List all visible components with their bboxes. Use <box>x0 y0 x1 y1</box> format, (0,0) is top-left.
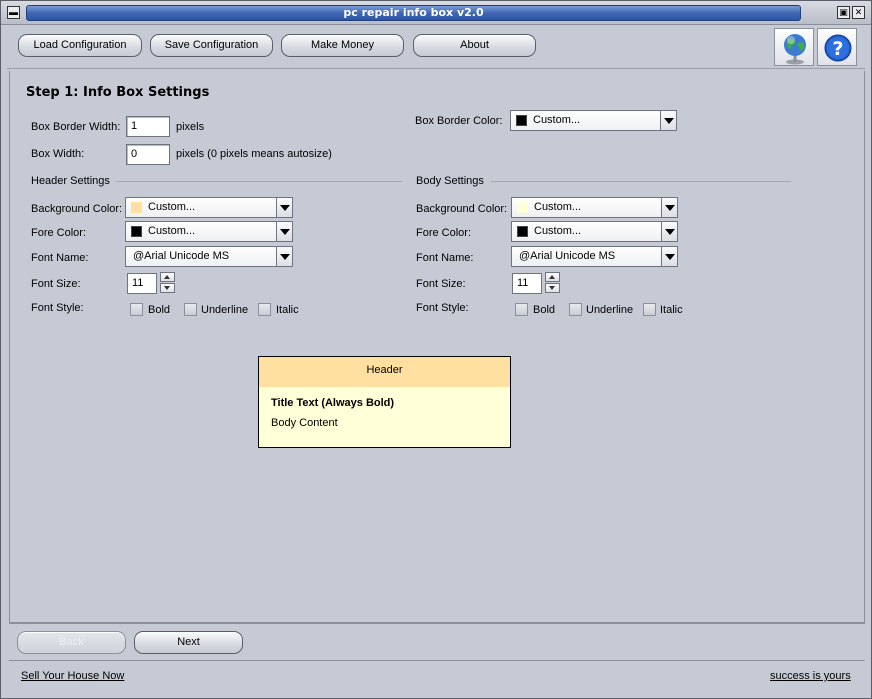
body-bg-color-label: Background Color: <box>416 203 508 215</box>
chevron-down-icon[interactable] <box>276 222 292 241</box>
color-swatch <box>516 115 527 126</box>
header-bold-label: Bold <box>148 304 171 316</box>
maximize-icon[interactable]: ▣ <box>837 6 850 19</box>
color-swatch <box>517 202 528 213</box>
header-font-size-label: Font Size: <box>31 278 81 290</box>
box-border-color-label: Box Border Color: <box>415 115 503 127</box>
app-window: ▬ pc repair info box v2.0 ▣ ✕ Load Confi… <box>0 0 872 699</box>
success-link[interactable]: success is yours <box>770 670 851 682</box>
body-bold-checkbox[interactable] <box>515 303 528 316</box>
box-border-width-label: Box Border Width: <box>31 121 121 133</box>
globe-icon <box>784 34 806 65</box>
body-settings-divider <box>491 181 791 182</box>
chevron-down-icon[interactable] <box>276 198 292 217</box>
body-font-size-label: Font Size: <box>416 278 466 290</box>
chevron-down-icon[interactable] <box>661 198 677 217</box>
header-italic-label: Italic <box>276 304 299 316</box>
preview-title: Title Text (Always Bold) <box>271 397 395 409</box>
help-icon: ? <box>824 34 852 62</box>
header-font-name-label: Font Name: <box>31 252 89 264</box>
body-font-name-label: Font Name: <box>416 252 474 264</box>
header-fore-color-label: Fore Color: <box>31 227 87 239</box>
header-bg-color-value: Custom... <box>148 201 196 213</box>
body-font-name-value: @Arial Unicode MS <box>519 250 616 262</box>
chevron-down-icon[interactable] <box>660 111 676 130</box>
chevron-down-icon[interactable] <box>661 247 677 266</box>
body-font-style-label: Font Style: <box>416 302 469 314</box>
body-bg-color-value: Custom... <box>534 201 582 213</box>
body-underline-label: Underline <box>586 304 634 316</box>
box-border-color-value: Custom... <box>533 114 581 126</box>
help-button[interactable]: ? <box>817 28 857 66</box>
header-settings-divider <box>116 181 402 182</box>
header-font-name-value: @Arial Unicode MS <box>133 250 230 262</box>
box-border-width-unit: pixels <box>176 121 205 133</box>
load-configuration-button[interactable]: Load Configuration <box>18 34 142 57</box>
box-width-unit: pixels (0 pixels means autosize) <box>176 148 332 160</box>
header-settings-title: Header Settings <box>31 175 110 187</box>
chevron-down-icon[interactable] <box>661 222 677 241</box>
title-bar[interactable]: ▬ pc repair info box v2.0 ▣ ✕ <box>1 1 871 25</box>
preview-body: Body Content <box>271 417 338 429</box>
body-fore-color-select[interactable]: Custom... <box>511 221 678 242</box>
body-underline-checkbox[interactable] <box>569 303 582 316</box>
header-underline-checkbox[interactable] <box>184 303 197 316</box>
window-title: pc repair info box v2.0 <box>26 5 801 21</box>
header-bg-color-label: Background Color: <box>31 203 123 215</box>
header-bold-checkbox[interactable] <box>130 303 143 316</box>
body-italic-checkbox[interactable] <box>643 303 656 316</box>
header-fore-color-value: Custom... <box>148 225 196 237</box>
body-bg-color-select[interactable]: Custom... <box>511 197 678 218</box>
body-fore-color-value: Custom... <box>534 225 582 237</box>
body-font-size-up[interactable] <box>545 272 560 282</box>
header-fore-color-select[interactable]: Custom... <box>125 221 293 242</box>
color-swatch <box>131 202 142 213</box>
next-button[interactable]: Next <box>134 631 243 654</box>
header-italic-checkbox[interactable] <box>258 303 271 316</box>
close-icon[interactable]: ✕ <box>852 6 865 19</box>
header-font-size-down[interactable] <box>160 283 175 293</box>
box-width-label: Box Width: <box>31 148 85 160</box>
body-bold-label: Bold <box>533 304 556 316</box>
step-title: Step 1: Info Box Settings <box>26 85 210 100</box>
header-font-style-label: Font Style: <box>31 302 84 314</box>
body-italic-label: Italic <box>660 304 683 316</box>
box-border-width-input[interactable]: 1 <box>126 116 170 137</box>
header-font-size-input[interactable]: 11 <box>127 273 157 294</box>
info-box-preview: Header Title Text (Always Bold) Body Con… <box>258 356 511 448</box>
preview-header: Header <box>259 357 510 387</box>
sell-house-link[interactable]: Sell Your House Now <box>21 670 124 682</box>
body-fore-color-label: Fore Color: <box>416 227 472 239</box>
about-button[interactable]: About <box>413 34 536 57</box>
back-button[interactable]: Back <box>17 631 126 654</box>
header-bg-color-select[interactable]: Custom... <box>125 197 293 218</box>
save-configuration-button[interactable]: Save Configuration <box>150 34 273 57</box>
header-font-size-up[interactable] <box>160 272 175 282</box>
make-money-button[interactable]: Make Money <box>281 34 404 57</box>
body-font-size-down[interactable] <box>545 283 560 293</box>
color-swatch <box>517 226 528 237</box>
body-font-name-select[interactable]: @Arial Unicode MS <box>511 246 678 267</box>
box-border-color-select[interactable]: Custom... <box>510 110 677 131</box>
system-menu-icon[interactable]: ▬ <box>7 6 20 19</box>
header-underline-label: Underline <box>201 304 249 316</box>
box-width-input[interactable]: 0 <box>126 144 170 165</box>
chevron-down-icon[interactable] <box>276 247 292 266</box>
svg-text:?: ? <box>832 38 843 60</box>
globe-button[interactable] <box>774 28 814 66</box>
color-swatch <box>131 226 142 237</box>
header-font-name-select[interactable]: @Arial Unicode MS <box>125 246 293 267</box>
body-font-size-input[interactable]: 11 <box>512 273 542 294</box>
body-settings-title: Body Settings <box>416 175 484 187</box>
